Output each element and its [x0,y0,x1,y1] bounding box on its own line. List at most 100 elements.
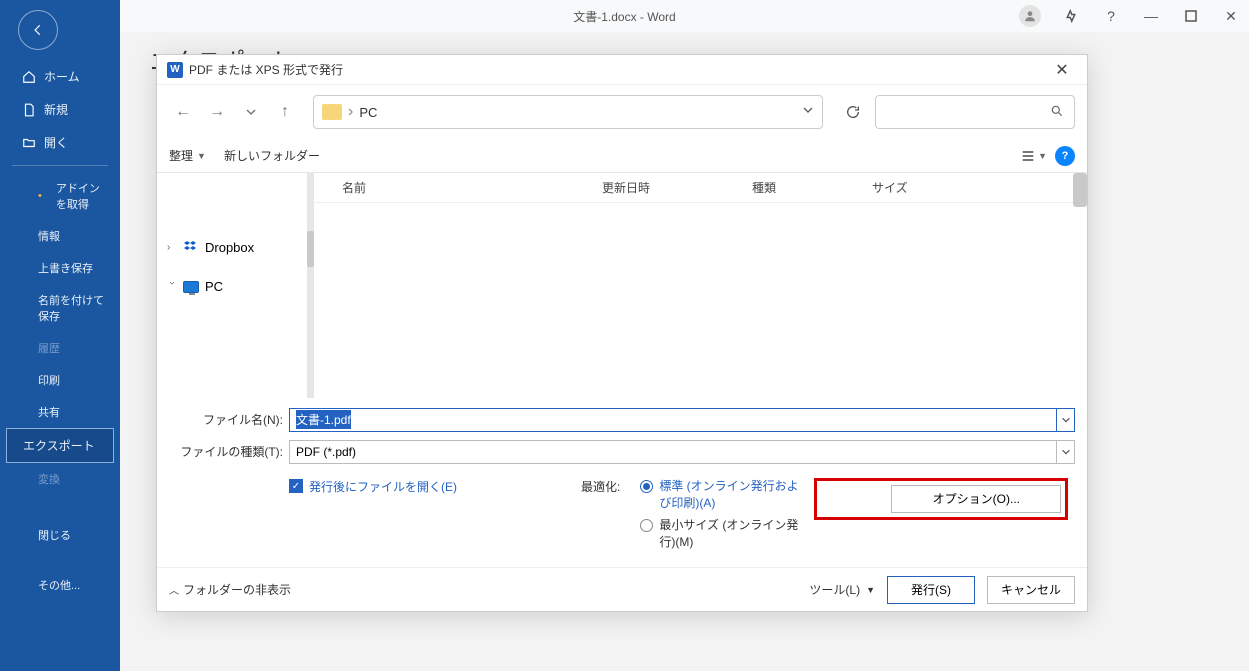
sidebar-label: 開く [44,134,68,151]
user-avatar-icon[interactable] [1019,5,1041,27]
sidebar-label: 新規 [44,101,68,118]
sidebar-item-export[interactable]: エクスポート [6,428,114,463]
sidebar-item-other[interactable]: その他... [0,569,120,601]
help-button[interactable]: ? [1055,146,1075,166]
radio-minimum[interactable]: 最小サイズ (オンライン発行)(M) [640,517,800,551]
optimize-radio-group: 標準 (オンライン発行および印刷)(A) 最小サイズ (オンライン発行)(M) [640,478,800,551]
sidebar-label: 名前を付けて保存 [38,292,106,324]
publish-button[interactable]: 発行(S) [887,576,975,604]
sidebar-label: 印刷 [38,372,60,388]
nav-up-button[interactable]: ↑ [271,98,299,126]
checkbox-label: 発行後にファイルを開く(E) [309,478,457,495]
pc-icon [183,281,199,293]
cancel-button[interactable]: キャンセル [987,576,1075,604]
chevron-down-icon[interactable] [802,103,814,121]
dropbox-icon [183,239,199,255]
back-button[interactable] [18,10,58,50]
checkbox-icon: ✓ [289,479,303,493]
close-icon[interactable]: ✕ [1221,6,1241,26]
sidebar-item-home[interactable]: ホーム [0,60,120,93]
help-icon[interactable]: ? [1101,6,1121,26]
sidebar-label: ホーム [44,68,80,85]
sidebar-label: 履歴 [38,340,60,356]
new-folder-button[interactable]: 新しいフォルダー [224,147,320,164]
sidebar-label: エクスポート [23,437,95,454]
maximize-icon[interactable] [1181,6,1201,26]
sidebar-label: 変換 [38,471,60,487]
search-icon [1050,104,1064,121]
radio-label: 最小サイズ (オンライン発行)(M) [659,517,800,551]
filename-input[interactable]: 文書-1.pdf [289,408,1057,432]
tree-label: Dropbox [205,240,254,255]
filetype-dropdown[interactable] [1057,440,1075,464]
dialog-close-button[interactable]: ✕ [1047,55,1077,85]
backstage-sidebar: ホーム 新規 開く アドインを取得 情報 上書き保存 名前を付けて保存 履歴 印… [0,0,120,671]
sidebar-label: 共有 [38,404,60,420]
document-icon [22,103,36,117]
sidebar-item-saveas[interactable]: 名前を付けて保存 [0,284,120,332]
sidebar-label: アドインを取得 [56,180,106,212]
splitter[interactable] [307,173,314,398]
options-button[interactable]: オプション(O)... [891,485,1061,513]
radio-on-icon [640,480,653,493]
organize-button[interactable]: 整理 ▼ [169,147,206,164]
nav-back-button[interactable]: ← [169,98,197,126]
refresh-button[interactable] [837,96,869,128]
folder-icon [322,104,342,120]
radio-standard[interactable]: 標準 (オンライン発行および印刷)(A) [640,478,800,512]
folders-toggle[interactable]: ︿ フォルダーの非表示 [169,581,291,598]
filename-dropdown[interactable] [1057,408,1075,432]
folder-open-icon [22,136,36,150]
sidebar-item-open[interactable]: 開く [0,126,120,159]
dialog-titlebar: W PDF または XPS 形式で発行 ✕ [157,55,1087,85]
save-dialog: W PDF または XPS 形式で発行 ✕ ← → ↑ › PC 整理 ▼ 新し… [156,54,1088,612]
dialog-toolbar: 整理 ▼ 新しいフォルダー ▼ ? [157,139,1087,173]
sidebar-label: 情報 [38,228,60,244]
tools-dropdown[interactable]: ツール(L) ▼ [809,581,875,598]
nav-history-button[interactable] [237,98,265,126]
window-title: 文書-1.docx - Word [573,8,675,25]
window-titlebar: 文書-1.docx - Word ? — ✕ [0,0,1249,32]
radio-label: 標準 (オンライン発行および印刷)(A) [659,478,800,512]
sidebar-item-save[interactable]: 上書き保存 [0,252,120,284]
newfolder-label: 新しいフォルダー [224,147,320,164]
filetype-select[interactable]: PDF (*.pdf) [289,440,1057,464]
view-mode-button[interactable]: ▼ [1020,148,1047,164]
notify-icon[interactable] [1061,6,1081,26]
col-kind[interactable]: 種類 [752,179,872,196]
col-size[interactable]: サイズ [872,179,952,196]
breadcrumb[interactable]: › PC [313,95,823,129]
tree-item-dropbox[interactable]: › Dropbox [163,233,301,261]
col-date[interactable]: 更新日時 [602,179,752,196]
radio-off-icon [640,519,653,532]
open-after-checkbox[interactable]: ✓ 発行後にファイルを開く(E) [289,478,457,495]
tree-item-pc[interactable]: › PC [163,273,301,300]
chevron-right-icon[interactable]: › [167,242,177,253]
search-input[interactable] [875,95,1075,129]
sidebar-label: 上書き保存 [38,260,93,276]
sidebar-item-close[interactable]: 閉じる [0,519,120,551]
sidebar-item-history: 履歴 [0,332,120,364]
filetype-label: ファイルの種類(T): [169,443,289,460]
dialog-footer: ︿ フォルダーの非表示 ツール(L) ▼ 発行(S) キャンセル [157,567,1087,611]
tree-pane: › Dropbox › PC [157,173,307,398]
dialog-bottom: ファイル名(N): 文書-1.pdf ファイルの種類(T): PDF (*.pd… [157,398,1087,567]
chevron-down-icon[interactable]: › [167,282,178,292]
sidebar-item-new[interactable]: 新規 [0,93,120,126]
minimize-icon[interactable]: — [1141,6,1161,26]
chevron-down-icon: ▼ [866,585,875,595]
nav-forward-button[interactable]: → [203,98,231,126]
chevron-down-icon: ▼ [197,151,206,161]
scrollbar-thumb[interactable] [1073,173,1087,207]
sidebar-item-addins[interactable]: アドインを取得 [0,172,120,220]
sidebar-item-print[interactable]: 印刷 [0,364,120,396]
breadcrumb-text: PC [359,105,377,120]
sidebar-label: その他... [38,577,80,593]
sidebar-item-share[interactable]: 共有 [0,396,120,428]
sidebar-item-transform: 変換 [0,463,120,495]
tree-label: PC [205,279,223,294]
dialog-nav: ← → ↑ › PC [157,85,1087,139]
sidebar-item-info[interactable]: 情報 [0,220,120,252]
options-highlight: オプション(O)... [814,478,1068,520]
col-name[interactable]: 名前 [342,179,602,196]
